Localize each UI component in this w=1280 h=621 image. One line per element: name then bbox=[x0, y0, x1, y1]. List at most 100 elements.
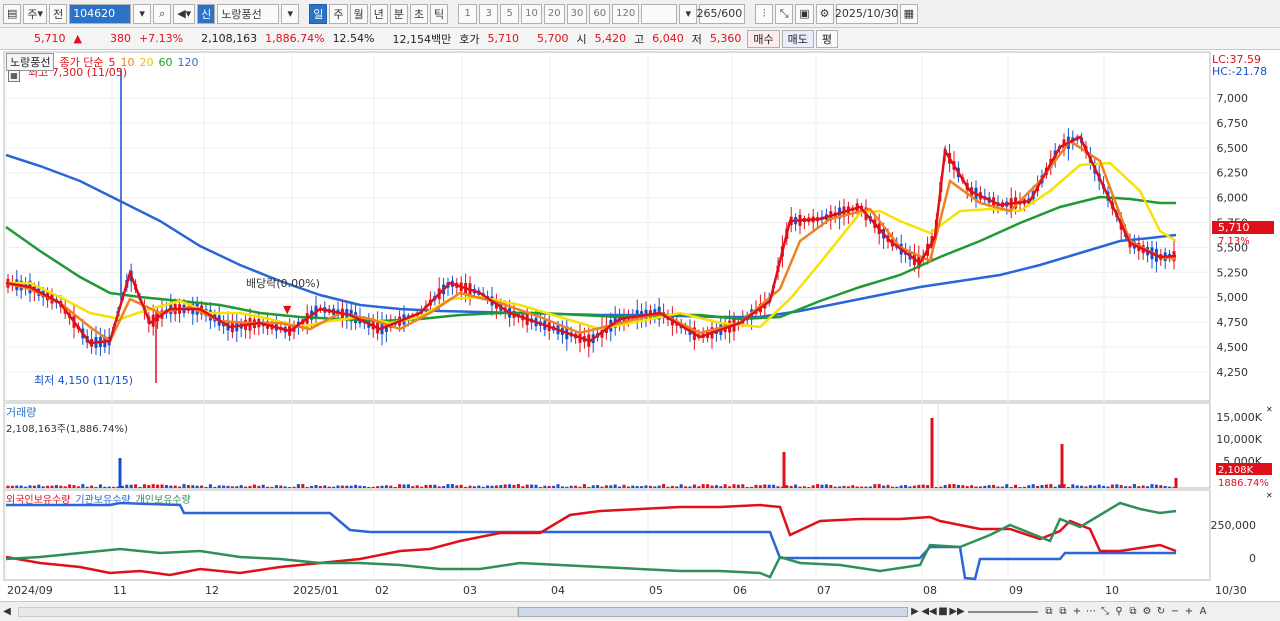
low-label: 저 bbox=[691, 32, 702, 46]
scroll-track[interactable] bbox=[18, 606, 518, 617]
volume-bar bbox=[257, 485, 261, 488]
search-icon[interactable]: ⌕ bbox=[153, 3, 172, 24]
tool-icon-6[interactable]: ⧉ bbox=[1126, 605, 1140, 619]
rewind-icon[interactable]: ◀◀ bbox=[921, 605, 936, 619]
zoom-in-icon[interactable]: + bbox=[1182, 605, 1196, 619]
volume-bar bbox=[288, 486, 292, 488]
tool-icon-1[interactable]: ⧉ bbox=[1042, 605, 1056, 619]
ma-120-legend: 120 bbox=[177, 55, 199, 69]
text-size-icon[interactable]: A bbox=[1196, 605, 1210, 619]
period-day[interactable]: 일 bbox=[309, 3, 328, 24]
volume-bar bbox=[340, 485, 344, 488]
chart-canvas[interactable]: 2024/09 11 12 2025/01 02 03 04 05 06 07 08 09 10 10/3… bbox=[0, 51, 1280, 601]
volume-bar bbox=[512, 484, 516, 488]
count-input[interactable]: 265/600 bbox=[696, 3, 746, 24]
tool-icon-5[interactable]: ⚲ bbox=[1112, 605, 1126, 619]
interval-120[interactable]: 120 bbox=[612, 3, 640, 24]
volume-bar bbox=[934, 486, 938, 488]
stop-icon[interactable]: ■ bbox=[936, 605, 950, 619]
period-month[interactable]: 월 bbox=[349, 3, 368, 24]
volume-bar bbox=[992, 484, 996, 488]
interval-1[interactable]: 1 bbox=[458, 3, 478, 24]
volume-bar bbox=[547, 485, 551, 488]
period-tick[interactable]: 틱 bbox=[430, 3, 449, 24]
volume-bar bbox=[631, 485, 635, 488]
volume-bar bbox=[1036, 485, 1040, 488]
chart-menu-icon[interactable]: ▤ bbox=[3, 3, 22, 24]
tool-icon-3[interactable]: ⋯ bbox=[1084, 605, 1098, 619]
settings-gear-icon[interactable]: ⚙ bbox=[815, 3, 834, 24]
volume-bar bbox=[666, 486, 670, 488]
scroll-thumb[interactable] bbox=[518, 606, 908, 617]
period-week[interactable]: 주 bbox=[329, 3, 348, 24]
name-dropdown-icon[interactable]: ▾ bbox=[281, 3, 300, 24]
volume-bar bbox=[714, 485, 718, 488]
fast-forward-icon[interactable]: ▶▶ bbox=[949, 605, 964, 619]
interval-5[interactable]: 5 bbox=[500, 3, 520, 24]
volume-bar bbox=[327, 486, 331, 488]
interval-10[interactable]: 10 bbox=[521, 3, 542, 24]
period-second[interactable]: 초 bbox=[409, 3, 429, 24]
volume-bar bbox=[684, 486, 688, 488]
volume-value: 2,108,163 bbox=[201, 32, 258, 45]
volume-bar bbox=[41, 486, 45, 488]
date-input[interactable]: 2025/10/30 bbox=[835, 3, 898, 24]
volume-bar bbox=[72, 485, 76, 488]
zoom-out-icon[interactable]: − bbox=[1168, 605, 1182, 619]
market-select[interactable]: 주 ▾ bbox=[23, 3, 48, 24]
chart-scrollbar[interactable]: ◀ ▶ ◀◀ ■ ▶▶ ⧉ ⧉ + ⋯ ⤡ ⚲ ⧉ ⚙ ↻ − + A bbox=[0, 601, 1280, 621]
volume-bar bbox=[28, 485, 32, 488]
interval-custom-input[interactable] bbox=[641, 3, 678, 24]
tool-icon-2[interactable]: ⧉ bbox=[1056, 605, 1070, 619]
period-minute[interactable]: 분 bbox=[389, 3, 408, 24]
volume-bar bbox=[1115, 484, 1119, 488]
buy-button[interactable]: 매수 bbox=[747, 29, 780, 48]
count-value: 265 bbox=[696, 7, 718, 20]
chart-area[interactable]: 2024/09 11 12 2025/01 02 03 04 05 06 07 08 09 10 10/3… bbox=[0, 51, 1280, 621]
volume-bar bbox=[178, 486, 182, 488]
tool-icon-4[interactable]: ⤡ bbox=[1098, 605, 1112, 619]
interval-30[interactable]: 30 bbox=[566, 3, 588, 24]
volume-tick-label: 10,000K bbox=[1216, 433, 1262, 446]
volume-bar bbox=[912, 485, 916, 488]
code-dropdown-icon[interactable]: ▾ bbox=[133, 3, 152, 24]
x-tick-label: 04 bbox=[551, 584, 565, 597]
candle-icon[interactable]: ⫶ bbox=[755, 3, 774, 24]
crosshair-icon[interactable]: + bbox=[1070, 605, 1084, 619]
x-tick-label: 11 bbox=[113, 584, 127, 597]
volume-bar bbox=[349, 485, 353, 488]
stock-code-input[interactable]: 104620 bbox=[69, 3, 132, 24]
volume-bar bbox=[754, 484, 758, 488]
ma-label: 종가 단순 bbox=[59, 56, 104, 69]
period-year[interactable]: 년 bbox=[369, 3, 388, 24]
jeon-button[interactable]: 전 bbox=[49, 3, 68, 24]
interval-3[interactable]: 3 bbox=[479, 3, 499, 24]
volume-bar bbox=[961, 485, 965, 488]
sell-button[interactable]: 매도 bbox=[781, 29, 814, 48]
interval-60[interactable]: 60 bbox=[589, 3, 611, 24]
price-panel-stock-name[interactable]: 노랑풍선 bbox=[6, 53, 55, 71]
scroll-left-icon[interactable]: ◀ bbox=[0, 605, 14, 619]
play-icon[interactable]: ▶ bbox=[908, 605, 922, 619]
average-button[interactable]: 평 bbox=[815, 29, 838, 48]
table-toggle-icon[interactable]: ▦ bbox=[8, 70, 20, 82]
volume-bar bbox=[1018, 486, 1022, 488]
stock-name-field[interactable]: 노랑풍선 bbox=[217, 3, 280, 24]
volume-bar bbox=[728, 486, 732, 488]
volume-bar bbox=[591, 485, 595, 488]
zoom-slider[interactable] bbox=[968, 610, 1038, 613]
volume-bar bbox=[640, 486, 644, 488]
calendar-icon[interactable]: ▦ bbox=[899, 3, 919, 24]
interval-20[interactable]: 20 bbox=[543, 3, 565, 24]
volume-bar bbox=[81, 484, 85, 488]
holdings-panel-close-icon[interactable]: ✕ bbox=[1266, 491, 1273, 500]
volume-bar bbox=[688, 486, 692, 488]
interval-dropdown-icon[interactable]: ▾ bbox=[679, 3, 698, 24]
save-icon[interactable]: ▣ bbox=[795, 3, 814, 24]
trend-icon[interactable]: ⤡ bbox=[775, 3, 794, 24]
volume-panel-close-icon[interactable]: ✕ bbox=[1266, 405, 1273, 414]
volume-bar bbox=[230, 486, 234, 488]
speaker-icon[interactable]: ◀▾ bbox=[173, 3, 196, 24]
reset-icon[interactable]: ↻ bbox=[1154, 605, 1168, 619]
settings-icon[interactable]: ⚙ bbox=[1140, 605, 1154, 619]
